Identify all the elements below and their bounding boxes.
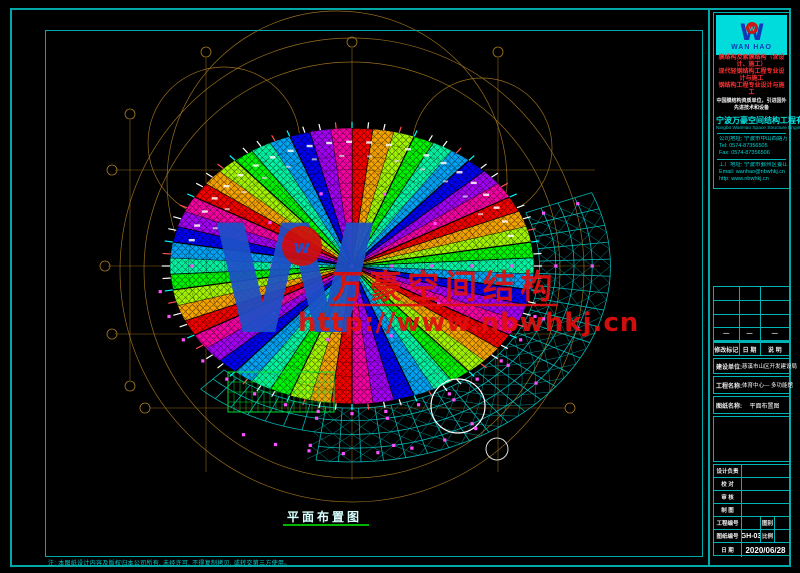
inner-border: [45, 30, 703, 557]
drawing-caption: 平面布置图: [287, 508, 362, 525]
field-sheetname: 图纸名称: 平面布置图: [713, 396, 790, 414]
revision-table: — — — 修改标记 日 期 说 明: [713, 286, 790, 356]
project-no-label: 工程编号: [714, 517, 742, 529]
revision-header-desc: 说 明: [761, 343, 790, 355]
field-project-label: 工程名称:: [716, 381, 742, 390]
field-project: 工程名称: 体育中心— 多功能馆: [713, 376, 790, 394]
revision-header-date: 日 期: [740, 343, 761, 355]
slogan-line-2: 现代轻钢结构工程专业设计与施工: [716, 69, 787, 83]
drawing-no-row: 图纸编号 GH-03 比例: [714, 530, 789, 543]
field-sheetname-label: 图纸名称:: [716, 401, 742, 410]
company-name-en: Ningbo WanHao Space Structure Engineerin…: [716, 126, 787, 131]
revision-header-row: 修改标记 日 期 说 明: [714, 341, 789, 355]
panel-divider: [717, 133, 786, 134]
project-no-row: 工程编号 图别: [714, 517, 789, 530]
drawing-no-value: GH-03: [742, 530, 761, 542]
drawing-no-label: 图纸编号: [714, 530, 742, 542]
stamp-box: [713, 416, 790, 462]
signoff-drafter: 制 图: [714, 504, 742, 516]
date-value: 2020/06/28: [742, 543, 789, 557]
signoff-auditor: 审 核: [714, 491, 742, 503]
address-line-1: 公司地址: 宁波市中山西路万豪大厦19楼: [716, 136, 787, 143]
address-line-4: 工厂地址: 宁波市鄞州区姜山镇万豪产业园: [716, 162, 787, 169]
address-line-3: Fax: 0574-87356506: [716, 150, 787, 157]
certification-line: 中国膜结构资质单位，引进国外先进技术和设备: [716, 98, 787, 112]
address-line-6: http: www.nbwhkj.cn: [716, 176, 787, 183]
drawing-type-label: 图别: [761, 517, 775, 529]
sheet-note: 注: 本图纸设计内容及版权归本公司所有, 未经许可, 不得复制拷贝, 或转交第三…: [48, 558, 291, 567]
field-sheetname-value: 平面布置图: [749, 401, 779, 410]
scale-label: 比例: [761, 530, 775, 542]
svg-text:w: w: [748, 24, 755, 33]
caption-underline: [283, 524, 369, 526]
address-line-5: Email: wanhao@nbwhkj.cn: [716, 169, 787, 176]
panel-divider: [717, 159, 786, 160]
titleblock-divider: [708, 8, 710, 567]
slogan-line-1: 膜结构及索膜结构（含设计、施工）: [716, 55, 787, 69]
address-line-2: Tel: 0574-87356505: [716, 143, 787, 150]
revision-header-mark: 修改标记: [714, 343, 740, 355]
brand-text: WAN HAO: [731, 44, 772, 51]
wanhao-logo-icon: W w: [734, 20, 770, 44]
field-owner-label: 建设单位:: [716, 362, 742, 371]
company-panel: W w WAN HAO 膜结构及索膜结构（含设计、施工） 现代轻钢结构工程专业设…: [713, 12, 790, 189]
signoff-checker: 校 对: [714, 478, 742, 490]
company-logo: W w WAN HAO: [716, 15, 787, 55]
cad-sheet: Ww万豪空间结构http://www.nbwhkj.cn 平面布置图 注: 本图…: [0, 0, 800, 573]
signoff-table: 设计负责 校 对 审 核 制 图 工程编号 图别 图纸编号 GH-03 比例 日…: [713, 464, 790, 556]
field-project-value: 体育中心— 多功能馆: [742, 381, 793, 389]
signoff-designer: 设计负责: [714, 465, 742, 477]
field-owner: 建设单位: 慈溪市山区开发建设局: [713, 358, 790, 374]
date-label: 日 期: [714, 543, 742, 557]
slogan-line-3: 钢结构工程专业设计与施工: [716, 83, 787, 97]
date-row: 日 期 2020/06/28: [714, 543, 789, 557]
company-name-cn: 宁波万豪空间结构工程有限公司: [716, 115, 787, 126]
revision-dash-row: — — —: [714, 328, 789, 341]
field-owner-value: 慈溪市山区开发建设局: [742, 362, 797, 370]
